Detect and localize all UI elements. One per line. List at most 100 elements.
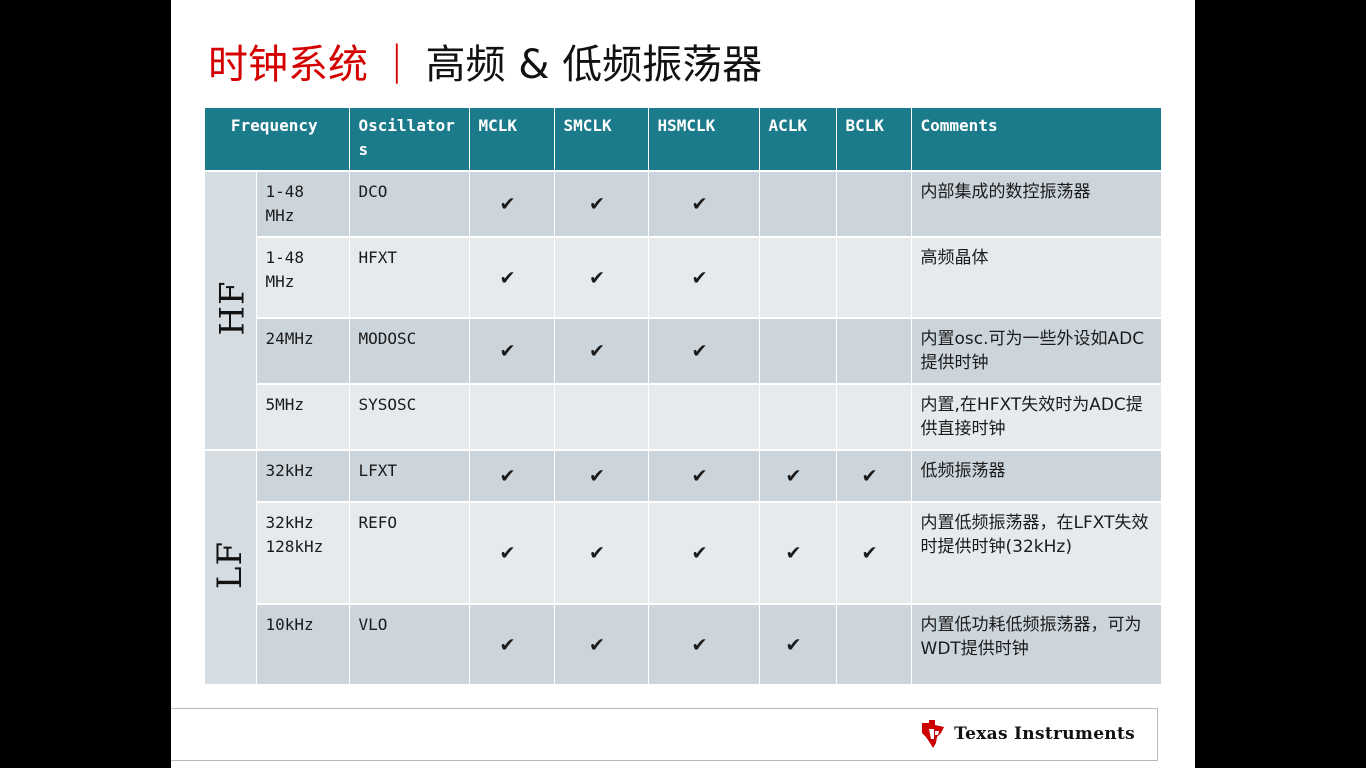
slide: 时钟系统 | 高频 & 低频振荡器 Frequency Oscillators … bbox=[171, 0, 1195, 768]
check-icon: ✔ bbox=[692, 191, 707, 216]
cell-smclk: ✔ bbox=[554, 604, 649, 686]
cell-comment: 高频晶体 bbox=[911, 237, 1162, 319]
cell-comment: 内置osc.可为一些外设如ADC提供时钟 bbox=[911, 318, 1162, 385]
cell-oscillator: REFO bbox=[349, 502, 470, 605]
cell-bclk bbox=[836, 604, 912, 686]
slide-footer: Texas Instruments bbox=[171, 708, 1158, 761]
header-comments: Comments bbox=[911, 108, 1162, 172]
cell-smclk: ✔ bbox=[554, 171, 649, 238]
oscillator-table: Frequency Oscillators MCLK SMCLK HSMCLK … bbox=[205, 108, 1162, 686]
table-row-sysosc: 5MHz SYSOSC 内置,在HFXT失效时为ADC提供直接时钟 bbox=[205, 384, 1162, 451]
header-oscillators: Oscillators bbox=[349, 108, 470, 172]
cell-frequency: 10kHz bbox=[256, 604, 350, 686]
group-hf: HF bbox=[205, 171, 257, 451]
header-frequency: Frequency bbox=[205, 108, 350, 172]
cell-smclk: ✔ bbox=[554, 450, 649, 503]
title-part-1: 时钟系统 bbox=[208, 42, 368, 88]
cell-hsmclk: ✔ bbox=[648, 237, 760, 319]
cell-comment: 内置,在HFXT失效时为ADC提供直接时钟 bbox=[911, 384, 1162, 451]
group-lf: LF bbox=[205, 450, 257, 686]
check-icon: ✔ bbox=[862, 540, 877, 565]
cell-comment: 内置低功耗低频振荡器，可为WDT提供时钟 bbox=[911, 604, 1162, 686]
cell-aclk: ✔ bbox=[759, 604, 837, 686]
check-icon: ✔ bbox=[590, 463, 604, 488]
check-icon: ✔ bbox=[862, 463, 877, 488]
cell-bclk bbox=[836, 237, 912, 319]
cell-hsmclk: ✔ bbox=[648, 450, 760, 503]
check-icon: ✔ bbox=[500, 191, 515, 216]
cell-comment: 低频振荡器 bbox=[911, 450, 1162, 503]
table-row-lfxt: LF 32kHz LFXT ✔ ✔ ✔ ✔ ✔ 低频振荡器 bbox=[205, 450, 1162, 686]
table-row-refo: 32kHz 128kHz REFO ✔ ✔ ✔ ✔ ✔ 内置低频振荡器，在LFX… bbox=[205, 502, 1162, 605]
cell-mclk: ✔ bbox=[469, 318, 555, 385]
check-icon: ✔ bbox=[590, 540, 604, 565]
cell-frequency: 5MHz bbox=[256, 384, 350, 451]
cell-mclk: ✔ bbox=[469, 604, 555, 686]
header-hsmclk: HSMCLK bbox=[648, 108, 760, 172]
cell-mclk: ✔ bbox=[469, 171, 555, 238]
check-icon: ✔ bbox=[692, 264, 707, 290]
title-part-2: 高频 & 低频振荡器 bbox=[425, 42, 763, 88]
cell-bclk: ✔ bbox=[836, 450, 912, 503]
cell-mclk: ✔ bbox=[469, 502, 555, 605]
check-icon: ✔ bbox=[786, 631, 801, 657]
cell-oscillator: HFXT bbox=[349, 237, 470, 319]
group-lf-label: LF bbox=[210, 540, 251, 589]
header-smclk: SMCLK bbox=[554, 108, 649, 172]
cell-oscillator: VLO bbox=[349, 604, 470, 686]
cell-frequency: 32kHz 128kHz bbox=[256, 502, 350, 605]
cell-frequency: 32kHz bbox=[256, 450, 350, 503]
check-icon: ✔ bbox=[692, 463, 707, 488]
cell-bclk bbox=[836, 318, 912, 385]
check-icon: ✔ bbox=[500, 631, 515, 657]
cell-frequency: 24MHz bbox=[256, 318, 350, 385]
cell-aclk bbox=[759, 237, 837, 319]
check-icon: ✔ bbox=[692, 540, 707, 565]
title-separator: | bbox=[390, 38, 404, 84]
cell-comment: 内部集成的数控振荡器 bbox=[911, 171, 1162, 238]
cell-mclk: ✔ bbox=[469, 237, 555, 319]
check-icon: ✔ bbox=[590, 264, 604, 290]
check-icon: ✔ bbox=[590, 191, 604, 216]
check-icon: ✔ bbox=[500, 463, 515, 488]
cell-bclk bbox=[836, 384, 912, 451]
cell-bclk bbox=[836, 171, 912, 238]
table-row-dco: HF 1-48 MHz DCO ✔ ✔ ✔ 内部集成的数控振荡器 bbox=[205, 171, 1162, 451]
cell-smclk: ✔ bbox=[554, 318, 649, 385]
check-icon: ✔ bbox=[590, 338, 604, 363]
check-icon: ✔ bbox=[786, 463, 801, 488]
check-icon: ✔ bbox=[692, 631, 707, 657]
group-hf-label: HF bbox=[212, 279, 253, 336]
table-header-row: Frequency Oscillators MCLK SMCLK HSMCLK … bbox=[205, 108, 1162, 172]
cell-hsmclk: ✔ bbox=[648, 604, 760, 686]
cell-aclk bbox=[759, 171, 837, 238]
table-row-modosc: 24MHz MODOSC ✔ ✔ ✔ 内置osc.可为一些外设如ADC提供时钟 bbox=[205, 318, 1162, 385]
cell-smclk bbox=[554, 384, 649, 451]
cell-comment: 内置低频振荡器，在LFXT失效时提供时钟(32kHz) bbox=[911, 502, 1162, 605]
cell-oscillator: DCO bbox=[349, 171, 470, 238]
cell-oscillator: SYSOSC bbox=[349, 384, 470, 451]
check-icon: ✔ bbox=[500, 540, 515, 565]
cell-smclk: ✔ bbox=[554, 502, 649, 605]
cell-aclk bbox=[759, 318, 837, 385]
check-icon: ✔ bbox=[500, 264, 515, 290]
cell-hsmclk: ✔ bbox=[648, 171, 760, 238]
cell-bclk: ✔ bbox=[836, 502, 912, 605]
table-row-vlo: 10kHz VLO ✔ ✔ ✔ ✔ 内置低功耗低频振荡器，可为WDT提供时钟 bbox=[205, 604, 1162, 686]
cell-oscillator: LFXT bbox=[349, 450, 470, 503]
cell-aclk: ✔ bbox=[759, 450, 837, 503]
table-row-hfxt: 1-48 MHz HFXT ✔ ✔ ✔ 高频晶体 bbox=[205, 237, 1162, 319]
check-icon: ✔ bbox=[786, 540, 801, 565]
cell-mclk: ✔ bbox=[469, 450, 555, 503]
check-icon: ✔ bbox=[692, 338, 707, 363]
header-aclk: ACLK bbox=[759, 108, 837, 172]
cell-mclk bbox=[469, 384, 555, 451]
ti-logo: Texas Instruments bbox=[920, 719, 1135, 749]
header-mclk: MCLK bbox=[469, 108, 555, 172]
cell-frequency: 1-48 MHz bbox=[256, 171, 350, 238]
check-icon: ✔ bbox=[500, 338, 515, 363]
cell-oscillator: MODOSC bbox=[349, 318, 470, 385]
cell-frequency: 1-48 MHz bbox=[256, 237, 350, 319]
cell-smclk: ✔ bbox=[554, 237, 649, 319]
cell-aclk bbox=[759, 384, 837, 451]
